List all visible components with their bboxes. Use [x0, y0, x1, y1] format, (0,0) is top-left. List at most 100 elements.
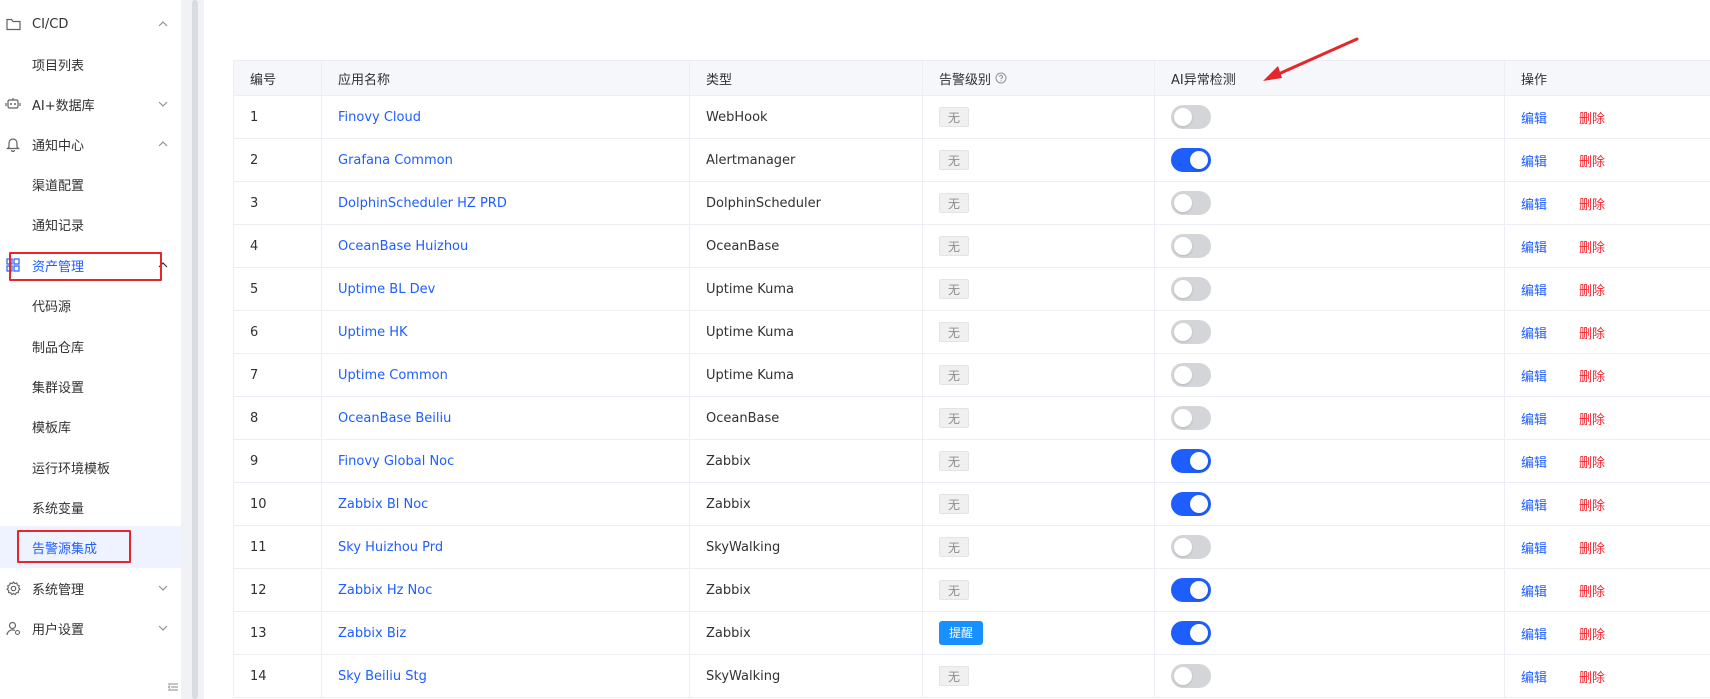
sidebar-scrollbar[interactable] [192, 0, 198, 699]
sidebar-item-notification-center[interactable]: 通知中心 [0, 122, 181, 166]
cell-app-name: Uptime HK [322, 311, 690, 353]
ai-detection-toggle[interactable] [1171, 234, 1211, 258]
ai-detection-toggle[interactable] [1171, 191, 1211, 215]
app-name-link[interactable]: Uptime Common [338, 368, 448, 383]
ai-detection-toggle[interactable] [1171, 363, 1211, 387]
toggle-knob [1174, 366, 1192, 384]
chevron-down-icon [157, 582, 169, 594]
sidebar-item-alert-source-integration[interactable]: 告警源集成 [0, 526, 181, 568]
sidebar-item-ai-database[interactable]: AI+数据库 [0, 82, 181, 126]
app-name-link[interactable]: Zabbix Bl Noc [338, 497, 428, 512]
sidebar-item-label: 代码源 [32, 299, 72, 315]
cell-id: 8 [234, 397, 322, 439]
ai-detection-toggle[interactable] [1171, 406, 1211, 430]
edit-button[interactable]: 编辑 [1521, 366, 1547, 385]
delete-button[interactable]: 删除 [1579, 409, 1605, 428]
cell-type: SkyWalking [690, 655, 923, 697]
sidebar: CI/CD 项目列表 AI+数据库 通知中心 渠道配置 通知记录 资产管理 代码… [0, 0, 181, 699]
sidebar-item-user-settings[interactable]: 用户设置 [0, 606, 181, 650]
sidebar-item-asset-management[interactable]: 资产管理 [0, 243, 181, 287]
question-circle-icon[interactable] [995, 72, 1007, 84]
cell-ai-anomaly-detection [1155, 483, 1505, 525]
delete-button[interactable]: 删除 [1579, 667, 1605, 686]
ai-detection-toggle[interactable] [1171, 578, 1211, 602]
sidebar-item-template-library[interactable]: 模板库 [0, 404, 181, 448]
app-name-link[interactable]: Finovy Cloud [338, 110, 421, 125]
cell-ai-anomaly-detection [1155, 655, 1505, 697]
delete-button[interactable]: 删除 [1579, 280, 1605, 299]
sidebar-item-notification-records[interactable]: 通知记录 [0, 202, 181, 246]
edit-button[interactable]: 编辑 [1521, 538, 1547, 557]
app-name-link[interactable]: Sky Huizhou Prd [338, 540, 443, 555]
app-name-link[interactable]: Finovy Global Noc [338, 454, 454, 469]
ai-detection-toggle[interactable] [1171, 664, 1211, 688]
header-ai-anomaly-detection: AI异常检测 [1155, 61, 1505, 95]
sidebar-item-cicd[interactable]: CI/CD [0, 2, 181, 46]
ai-detection-toggle[interactable] [1171, 105, 1211, 129]
edit-button[interactable]: 编辑 [1521, 624, 1547, 643]
app-name-link[interactable]: OceanBase Beiliu [338, 411, 451, 426]
app-name-link[interactable]: Grafana Common [338, 153, 453, 168]
delete-button[interactable]: 删除 [1579, 452, 1605, 471]
sidebar-item-system-management[interactable]: 系统管理 [0, 566, 181, 610]
bell-icon [5, 136, 21, 152]
app-name-link[interactable]: Sky Beiliu Stg [338, 669, 427, 684]
sidebar-item-cluster-settings[interactable]: 集群设置 [0, 364, 181, 408]
edit-button[interactable]: 编辑 [1521, 409, 1547, 428]
ai-detection-toggle[interactable] [1171, 621, 1211, 645]
ai-detection-toggle[interactable] [1171, 277, 1211, 301]
ai-detection-toggle[interactable] [1171, 535, 1211, 559]
sidebar-item-project-list[interactable]: 项目列表 [0, 42, 181, 86]
ai-detection-toggle[interactable] [1171, 449, 1211, 473]
delete-button[interactable]: 删除 [1579, 323, 1605, 342]
alert-level-tag: 无 [939, 408, 970, 428]
ai-detection-toggle[interactable] [1171, 148, 1211, 172]
edit-button[interactable]: 编辑 [1521, 237, 1547, 256]
alert-level-tag: 无 [939, 193, 970, 213]
app-name-link[interactable]: Uptime HK [338, 325, 408, 340]
delete-button[interactable]: 删除 [1579, 581, 1605, 600]
sidebar-item-label: 告警源集成 [32, 541, 98, 557]
cell-ai-anomaly-detection [1155, 139, 1505, 181]
cell-app-name: Zabbix Biz [322, 612, 690, 654]
app-name-link[interactable]: Zabbix Hz Noc [338, 583, 432, 598]
app-name-link[interactable]: DolphinScheduler HZ PRD [338, 196, 507, 211]
edit-button[interactable]: 编辑 [1521, 108, 1547, 127]
sidebar-item-code-source[interactable]: 代码源 [0, 283, 181, 327]
delete-button[interactable]: 删除 [1579, 495, 1605, 514]
edit-button[interactable]: 编辑 [1521, 667, 1547, 686]
sidebar-item-channel-config[interactable]: 渠道配置 [0, 162, 181, 206]
delete-button[interactable]: 删除 [1579, 108, 1605, 127]
delete-button[interactable]: 删除 [1579, 538, 1605, 557]
sidebar-item-artifact-repository[interactable]: 制品仓库 [0, 324, 181, 368]
sidebar-item-system-variables[interactable]: 系统变量 [0, 485, 181, 529]
edit-button[interactable]: 编辑 [1521, 452, 1547, 471]
toggle-knob [1190, 495, 1208, 513]
app-name-link[interactable]: OceanBase Huizhou [338, 239, 468, 254]
ai-detection-toggle[interactable] [1171, 320, 1211, 344]
edit-button[interactable]: 编辑 [1521, 495, 1547, 514]
sidebar-item-label: 制品仓库 [32, 340, 85, 356]
delete-button[interactable]: 删除 [1579, 194, 1605, 213]
edit-button[interactable]: 编辑 [1521, 280, 1547, 299]
cell-id: 2 [234, 139, 322, 181]
sidebar-item-label: 系统管理 [32, 582, 85, 598]
edit-button[interactable]: 编辑 [1521, 194, 1547, 213]
sidebar-item-runtime-env-templates[interactable]: 运行环境模板 [0, 445, 181, 489]
delete-button[interactable]: 删除 [1579, 366, 1605, 385]
delete-button[interactable]: 删除 [1579, 237, 1605, 256]
delete-button[interactable]: 删除 [1579, 151, 1605, 170]
app-name-link[interactable]: Uptime BL Dev [338, 282, 435, 297]
ai-detection-toggle[interactable] [1171, 492, 1211, 516]
edit-button[interactable]: 编辑 [1521, 151, 1547, 170]
cell-alert-level: 无 [923, 225, 1155, 267]
sidebar-item-label: 集群设置 [32, 380, 85, 396]
delete-button[interactable]: 删除 [1579, 624, 1605, 643]
alert-source-table: 编号 应用名称 类型 告警级别 AI异常检测 操作 1 Finovy Cloud W… [233, 60, 1710, 698]
edit-button[interactable]: 编辑 [1521, 581, 1547, 600]
app-name-link[interactable]: Zabbix Biz [338, 626, 406, 641]
edit-button[interactable]: 编辑 [1521, 323, 1547, 342]
header-app-name: 应用名称 [322, 61, 690, 95]
toggle-knob [1190, 452, 1208, 470]
collapse-sidebar-icon[interactable] [166, 680, 180, 694]
